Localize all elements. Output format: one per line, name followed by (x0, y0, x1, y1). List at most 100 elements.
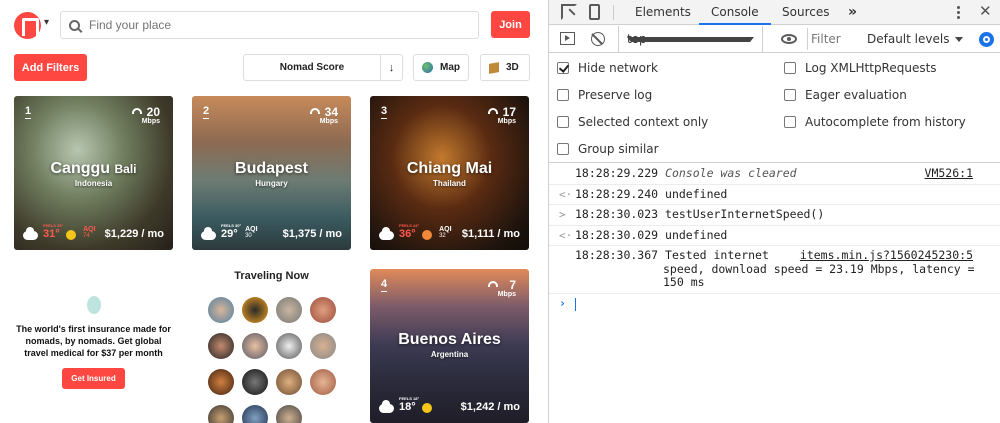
globe-icon (422, 62, 433, 73)
autocomplete-history-option[interactable]: Autocomplete from history (784, 115, 966, 129)
chevron-down-icon (627, 37, 754, 42)
ad-text: The world's first insurance made for nom… (16, 324, 171, 358)
map-button[interactable]: Map (413, 54, 469, 81)
console-timestamp: 18:28:29.229 (575, 166, 659, 180)
aqi-face-icon (66, 230, 77, 240)
console-text: 150 ms (663, 275, 705, 289)
clear-console-icon[interactable] (591, 32, 605, 46)
console-prompt[interactable]: › (549, 294, 1000, 314)
logo[interactable] (14, 12, 41, 39)
sort-dropdown[interactable]: Nomad Score ↓ (243, 54, 403, 81)
inspect-element-icon[interactable] (561, 4, 577, 20)
sun-cloud-icon (201, 227, 216, 240)
website-pane: ▾ Join Add Filters Nomad Score ↓ Map 3D … (0, 0, 548, 423)
console-source-link[interactable]: items.min.js?1560245230:5 (800, 248, 973, 263)
console-message: <· 18:28:29.240 undefined (549, 185, 1000, 205)
checkbox-checked[interactable] (557, 62, 569, 74)
card-price: $1,111 / mo (461, 228, 520, 240)
chevron-down-icon (955, 37, 964, 42)
avatar[interactable] (242, 297, 268, 323)
checkbox[interactable] (557, 143, 569, 155)
eager-evaluation-option[interactable]: Eager evaluation (784, 88, 907, 102)
city-card-budapest[interactable]: 2 34 Mbps Budapest Hungary FEELS 30° 29° A… (192, 96, 351, 250)
avatar[interactable] (276, 297, 302, 323)
avatar[interactable] (310, 297, 336, 323)
devtools-panel: Elements Console Sources » ✕ top Filter … (548, 0, 1000, 423)
wifi-speed: 7 Mbps (497, 278, 516, 298)
group-similar-option[interactable]: Group similar (557, 142, 659, 156)
context-selector[interactable]: top (618, 26, 763, 52)
get-insured-button[interactable]: Get Insured (62, 368, 125, 389)
input-arrow-icon: > (559, 208, 566, 221)
city-card-canggu[interactable]: 1 20 Mbps Canggu Bali Indonesia FEELS 35°… (14, 96, 173, 250)
avatar[interactable] (208, 405, 234, 423)
city-card-chiang-mai[interactable]: 3 17 Mbps Chiang Mai Thailand FEELS 44° 36… (370, 96, 529, 250)
chevron-down-icon[interactable]: ▾ (44, 17, 49, 28)
log-xhr-option[interactable]: Log XMLHttpRequests (784, 61, 937, 75)
console-message: 18:28:30.367 Tested internet speed, down… (549, 246, 1000, 294)
checkbox[interactable] (784, 62, 796, 74)
checkbox[interactable] (784, 89, 796, 101)
card-country: Hungary (255, 179, 288, 188)
card-stats: FEELS 18° 18° $1,242 / mo (379, 396, 520, 413)
close-icon[interactable]: ✕ (979, 2, 992, 20)
console-source-link[interactable]: VM526:1 (925, 166, 973, 181)
card-price: $1,242 / mo (460, 401, 520, 413)
gear-icon[interactable] (979, 32, 994, 47)
sort-direction-icon[interactable]: ↓ (380, 55, 402, 80)
insurance-ad: The world's first insurance made for nom… (14, 296, 173, 389)
preserve-log-option[interactable]: Preserve log (557, 88, 652, 102)
avatar[interactable] (242, 405, 268, 423)
card-temperature: FEELS 18° 18° (399, 396, 420, 413)
sort-label[interactable]: Nomad Score (244, 62, 380, 73)
divider (613, 5, 614, 20)
console-text: undefined (665, 227, 728, 242)
avatar[interactable] (208, 333, 234, 359)
console-timestamp: 18:28:30.023 (575, 207, 659, 221)
kebab-menu-icon[interactable] (957, 6, 960, 9)
console-message: 18:28:29.229 Console was cleared VM526:1 (549, 164, 1000, 185)
search-icon (69, 19, 80, 31)
avatar[interactable] (310, 333, 336, 359)
add-filters-button[interactable]: Add Filters (14, 54, 87, 81)
avatar[interactable] (276, 369, 302, 395)
selected-context-option[interactable]: Selected context only (557, 115, 708, 129)
card-temperature: FEELS 30° 29° (221, 223, 242, 240)
3d-label: 3D (506, 62, 519, 73)
join-button[interactable]: Join (491, 11, 530, 38)
console-settings: Hide network Preserve log Selected conte… (549, 54, 1000, 163)
city-card-buenos-aires[interactable]: 4 7 Mbps Buenos Aires Argentina FEELS 18°… (370, 269, 529, 423)
card-temperature: FEELS 44° 36° (399, 223, 420, 240)
sidebar-toggle-icon[interactable] (560, 32, 575, 45)
avatar[interactable] (208, 369, 234, 395)
search-bar[interactable] (60, 11, 479, 39)
checkbox[interactable] (557, 116, 569, 128)
avatar[interactable] (276, 333, 302, 359)
tab-sources[interactable]: Sources (782, 0, 829, 25)
more-tabs-button[interactable]: » (848, 0, 857, 25)
search-input[interactable] (89, 18, 449, 32)
console-message: <· 18:28:30.029 undefined (549, 226, 1000, 246)
avatar[interactable] (310, 369, 336, 395)
wifi-icon (132, 108, 142, 114)
avatar[interactable] (276, 405, 302, 423)
checkbox[interactable] (557, 89, 569, 101)
log-levels-dropdown[interactable]: Default levels (867, 32, 964, 46)
3d-button[interactable]: 3D (480, 54, 530, 81)
card-country: Thailand (433, 179, 466, 188)
avatar[interactable] (242, 369, 268, 395)
devtools-tab-bar: Elements Console Sources » ✕ (549, 0, 1000, 25)
device-toolbar-icon[interactable] (589, 4, 600, 20)
card-rank: 2 (203, 105, 210, 119)
avatar[interactable] (208, 297, 234, 323)
hide-network-option[interactable]: Hide network (557, 61, 658, 75)
checkbox[interactable] (784, 116, 796, 128)
wifi-icon (488, 108, 498, 114)
card-city: Chiang Mai (406, 160, 493, 177)
traveler-avatars (208, 297, 338, 423)
live-expression-eye-icon[interactable] (781, 34, 797, 44)
avatar[interactable] (242, 333, 268, 359)
tab-elements[interactable]: Elements (635, 0, 691, 25)
wifi-icon (488, 281, 498, 287)
tab-console[interactable]: Console (699, 0, 771, 25)
